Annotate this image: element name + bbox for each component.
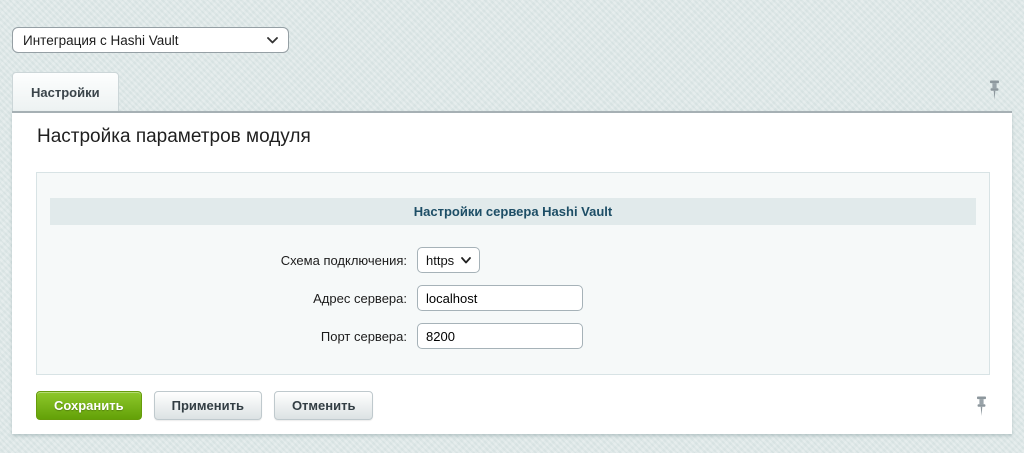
module-select-value: Интеграция с Hashi Vault [23,33,179,48]
apply-button[interactable]: Применить [154,391,262,420]
field-label-port: Порт сервера: [37,329,417,344]
server-address-input[interactable] [417,285,583,311]
content-panel: Настройка параметров модуля Настройки се… [12,111,1012,434]
scheme-select[interactable]: https [417,247,480,273]
page: Интеграция с Hashi Vault Настройки Настр… [0,0,1024,453]
pin-icon[interactable] [988,80,1001,101]
page-title: Настройка параметров модуля [37,126,311,148]
field-label-scheme: Схема подключения: [37,253,417,268]
chevron-down-icon [461,257,471,264]
tab-settings[interactable]: Настройки [12,72,119,111]
chevron-down-icon [267,37,278,44]
form-row-address: Адрес сервера: [37,285,989,311]
module-select[interactable]: Интеграция с Hashi Vault [12,27,289,53]
section-header: Настройки сервера Hashi Vault [50,198,976,225]
field-label-address: Адрес сервера: [37,291,417,306]
server-port-input[interactable] [417,323,583,349]
tab-label: Настройки [31,85,100,100]
save-button[interactable]: Сохранить [36,391,142,420]
button-bar: Сохранить Применить Отменить [36,391,373,420]
form-row-scheme: Схема подключения: https [37,247,989,273]
scheme-select-value: https [426,253,454,268]
cancel-button[interactable]: Отменить [274,391,374,420]
settings-form: Настройки сервера Hashi Vault Схема подк… [36,172,990,375]
form-row-port: Порт сервера: [37,323,989,349]
form-rows: Схема подключения: https Адрес сервера: [37,247,989,349]
pin-icon[interactable] [975,396,988,417]
